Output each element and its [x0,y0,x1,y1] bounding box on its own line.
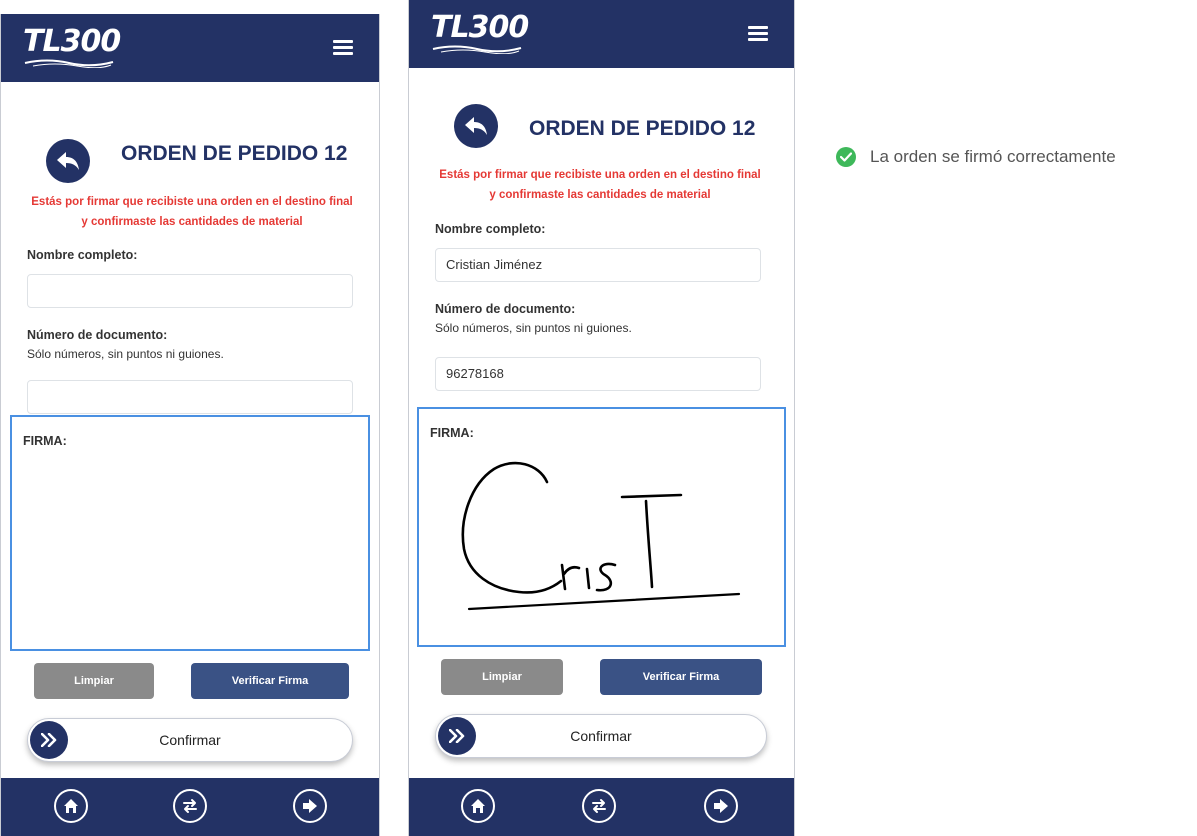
bottom-nav [1,778,379,836]
document-input[interactable] [27,380,353,414]
home-icon[interactable] [54,789,88,823]
document-hint: Sólo números, sin puntos ni guiones. [435,321,632,335]
name-label: Nombre completo: [435,222,546,236]
logout-icon[interactable] [704,789,738,823]
confirm-slider[interactable]: Confirmar [435,714,767,758]
warning-message: Estás por firmar que recibiste una orden… [31,196,353,228]
toast-message: La orden se firmó correctamente [870,147,1116,166]
document-hint: Sólo números, sin puntos ni guiones. [27,347,224,361]
logo-wave-icon [24,59,114,68]
page-title: ORDEN DE PEDIDO 12 [121,142,348,165]
logo-wave-icon [432,45,522,54]
back-button[interactable] [454,104,498,148]
bottom-nav [409,778,794,836]
name-label: Nombre completo: [27,248,138,262]
verify-signature-button[interactable]: Verificar Firma [600,659,762,695]
document-label: Número de documento: [435,302,576,316]
document-label: Número de documento: [27,328,168,342]
top-bar: TL300 [1,14,379,82]
app-logo[interactable]: TL300 [431,10,531,54]
warning-message: Estás por firmar que recibiste una orden… [439,169,761,201]
logout-icon[interactable] [293,789,327,823]
back-arrow-icon [465,117,487,135]
signature-pad[interactable]: FIRMA: [10,415,370,651]
logo-text: TL300 [431,10,529,45]
hamburger-icon[interactable] [333,40,353,56]
swap-icon[interactable] [173,789,207,823]
document-input[interactable]: 96278168 [435,357,761,391]
back-button[interactable] [46,139,90,183]
signature-label: FIRMA: [23,434,67,448]
logo-text: TL300 [23,24,121,59]
signature-drawing [461,461,741,611]
phone-screen-filled: TL300 ORDEN DE PEDIDO 12 Estás por firma… [408,0,795,836]
clear-button[interactable]: Limpiar [441,659,563,695]
name-input[interactable] [27,274,353,308]
clear-button[interactable]: Limpiar [34,663,154,699]
confirm-label: Confirmar [159,732,221,748]
hamburger-icon[interactable] [748,26,768,42]
top-bar: TL300 [409,0,794,68]
swap-icon[interactable] [582,789,616,823]
verify-signature-button[interactable]: Verificar Firma [191,663,349,699]
name-input[interactable]: Cristian Jiménez [435,248,761,282]
phone-screen-empty: TL300 ORDEN DE PEDIDO 12 Estás por firma… [0,14,380,836]
app-logo[interactable]: TL300 [23,24,123,68]
check-circle-icon [836,147,856,167]
page-title: ORDEN DE PEDIDO 12 [529,117,756,140]
confirm-label: Confirmar [570,728,632,744]
home-icon[interactable] [461,789,495,823]
signature-pad[interactable]: FIRMA: [417,407,786,647]
success-toast: La orden se firmó correctamente [836,145,1116,169]
back-arrow-icon [57,152,79,170]
confirm-slider[interactable]: Confirmar [27,718,353,762]
